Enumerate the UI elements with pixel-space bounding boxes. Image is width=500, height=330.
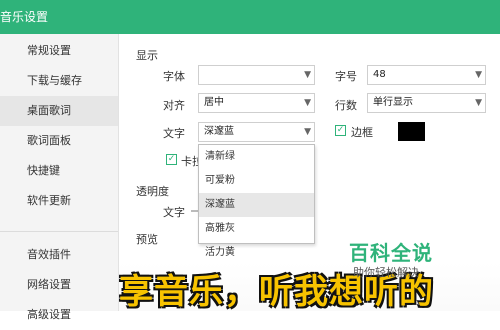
border-color-swatch[interactable] (398, 122, 425, 141)
align-label: 对齐 (163, 99, 185, 112)
size-label: 字号 (335, 70, 357, 83)
watermark-tagline: 助你轻松解决 (353, 266, 419, 279)
rows-select[interactable]: 单行显示 ▼ (367, 93, 486, 113)
chevron-down-icon: ▼ (304, 127, 311, 137)
dropdown-option-cute-pink[interactable]: 可爱粉 (199, 169, 314, 193)
align-select[interactable]: 居中 ▼ (198, 93, 315, 113)
sidebar-item-software-update[interactable]: 软件更新 (0, 186, 118, 216)
sidebar: 常规设置 下载与缓存 桌面歌词 歌词面板 快捷键 软件更新 音效插件 网络设置 … (0, 34, 119, 321)
sidebar-item-desktop-lyrics[interactable]: 桌面歌词 (0, 96, 118, 126)
sidebar-item-advanced[interactable]: 高级设置 (0, 300, 118, 330)
title-bar: 音乐设置 (0, 0, 500, 34)
watermark-brand: 百科全说 (349, 241, 433, 265)
rows-label: 行数 (335, 99, 357, 112)
dropdown-option-fresh-green[interactable]: 清新绿 (199, 145, 314, 169)
preview-section-title: 预览 (136, 233, 158, 246)
align-select-value: 居中 (204, 97, 224, 108)
sidebar-item-download-cache[interactable]: 下载与缓存 (0, 66, 118, 96)
text-color-label: 文字 (163, 127, 185, 140)
window-title: 音乐设置 (0, 10, 49, 24)
size-select[interactable]: 48 ▼ (367, 65, 486, 85)
font-select[interactable]: ▼ (198, 65, 315, 85)
display-section-title: 显示 (136, 49, 158, 62)
text-color-dropdown: 清新绿 可爱粉 深邃蓝 高雅灰 活力黄 (198, 144, 315, 258)
transparency-section-title: 透明度 (136, 185, 169, 198)
text-color-select[interactable]: 深邃蓝 ▼ (198, 122, 315, 142)
sidebar-item-shortcuts[interactable]: 快捷键 (0, 156, 118, 186)
chevron-down-icon: ▼ (304, 70, 311, 80)
rows-select-value: 单行显示 (373, 97, 413, 108)
sidebar-item-effect-plugins[interactable]: 音效插件 (0, 240, 118, 270)
chevron-down-icon: ▼ (475, 70, 482, 80)
transparency-text-label: 文字 (163, 206, 185, 219)
sidebar-divider (0, 231, 118, 232)
font-label: 字体 (163, 70, 185, 83)
dropdown-option-elegant-gray[interactable]: 高雅灰 (199, 217, 314, 241)
karaoke-checkbox[interactable]: ✓ (166, 154, 177, 165)
size-select-value: 48 (373, 69, 386, 80)
border-label: 边框 (351, 126, 373, 139)
text-color-select-value: 深邃蓝 (204, 126, 234, 137)
sidebar-item-general[interactable]: 常规设置 (0, 36, 118, 66)
watermark: 百科全说 助你轻松解决 (349, 237, 469, 285)
dropdown-option-deep-blue[interactable]: 深邃蓝 (199, 193, 314, 217)
sidebar-item-lyrics-panel[interactable]: 歌词面板 (0, 126, 118, 156)
chevron-down-icon: ▼ (304, 98, 311, 108)
border-checkbox[interactable]: ✓ (335, 125, 346, 136)
chevron-down-icon: ▼ (475, 98, 482, 108)
sidebar-item-network[interactable]: 网络设置 (0, 270, 118, 300)
